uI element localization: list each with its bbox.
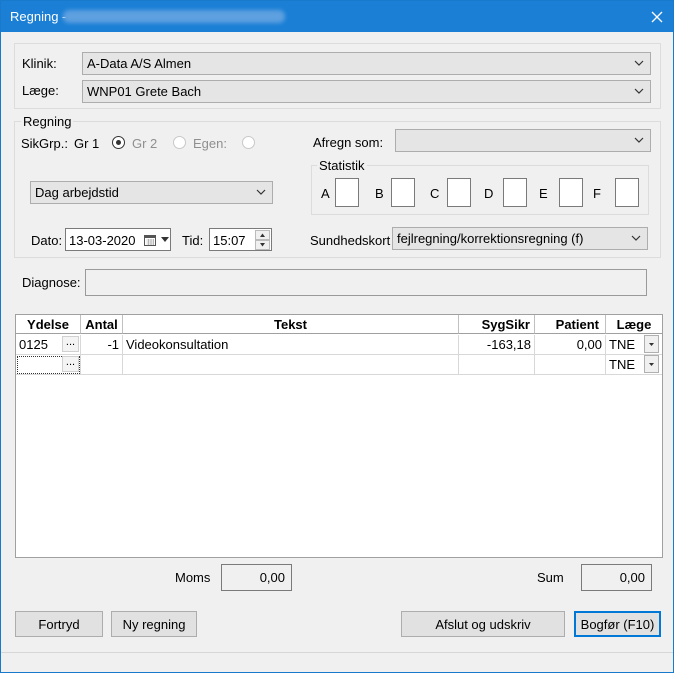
spin-down-icon [260,243,265,247]
spin-up-button[interactable] [255,230,270,240]
afslut-udskriv-button[interactable]: Afslut og udskriv [401,611,565,637]
klinik-select[interactable]: A-Data A/S Almen [82,52,651,75]
title-bar: Regning - [1,1,673,32]
chevron-down-icon [256,189,266,195]
sundhedskort-label: Sundhedskort [310,233,391,248]
chevron-down-icon [634,60,644,66]
laege-value: WNP01 Grete Bach [87,84,202,99]
stat-c-label: C [430,186,440,201]
close-icon [651,11,663,22]
stat-a-label: A [321,186,330,201]
ny-regning-button[interactable]: Ny regning [111,611,197,637]
grid-header-tekst[interactable]: Tekst [123,315,459,334]
sundhedskort-select[interactable]: fejlregning/korrektionsregning (f) [392,227,648,250]
diagnose-input[interactable] [85,269,647,296]
grid-cell-patient[interactable]: 0,00 [535,335,606,355]
spin-down-button[interactable] [255,240,270,250]
grid-cell-sygsikr[interactable]: -163,18 [459,335,535,355]
sikgrp-label: SikGrp.: [21,136,68,151]
laege-dropdown-button[interactable] [644,335,659,353]
window-title: Regning - [10,9,67,24]
stat-b-label: B [375,186,384,201]
sum-label: Sum [537,570,564,585]
ydelse-lookup-button[interactable]: ... [62,336,79,352]
stat-d-label: D [484,186,494,201]
statistik-group-title: Statistik [317,158,367,173]
stat-a-input[interactable] [335,178,359,207]
laege-select[interactable]: WNP01 Grete Bach [82,80,651,103]
tid-spinner[interactable]: 15:07 [209,228,272,251]
stat-e-label: E [539,186,548,201]
grid-header-sygsikr[interactable]: SygSikr [459,315,535,334]
grid-cell-tekst[interactable] [123,355,459,375]
grid-header-laege[interactable]: Læge [606,315,662,334]
egen-radio-left[interactable] [173,136,186,149]
grid-cell-ydelse[interactable]: ... [16,355,81,375]
grid-header-ydelse[interactable]: Ydelse [16,315,81,334]
laege-code: TNE [609,357,635,372]
grid-cell-laege[interactable]: TNE [606,355,662,375]
grid-header-antal[interactable]: Antal [81,315,123,334]
tid-label: Tid: [182,233,204,248]
laege-code: TNE [609,337,635,352]
regning-group-title: Regning [21,114,74,129]
chevron-down-icon [634,137,644,143]
ydelse-lookup-button[interactable]: ... [62,356,79,372]
moms-value: 0,00 [221,564,292,591]
dato-value: 13-03-2020 [69,233,136,248]
laege-label: Læge: [22,83,59,98]
egen-radio-right[interactable] [242,136,255,149]
calendar-icon[interactable] [144,234,157,246]
chevron-down-icon[interactable] [161,237,169,242]
gr2-radio[interactable] [112,136,125,149]
klinik-label: Klinik: [22,56,57,71]
laege-dropdown-button[interactable] [644,355,659,373]
afregn-select[interactable] [395,129,651,152]
gr1-label: Gr 1 [74,136,100,151]
bogfor-button[interactable]: Bogfør (F10) [574,611,661,637]
redacted-title-text [63,10,285,23]
sum-value: 0,00 [581,564,652,591]
grid-cell-sygsikr[interactable] [459,355,535,375]
tid-value: 15:07 [213,233,246,248]
dato-picker[interactable]: 13-03-2020 [65,228,171,251]
regning-window: Regning - Klinik: A-Data A/S Almen Læge:… [0,0,674,673]
chevron-down-icon [649,363,654,366]
gr2-label: Gr 2 [132,136,158,151]
stat-d-input[interactable] [503,178,527,207]
tidstype-value: Dag arbejdstid [35,185,119,200]
stat-b-input[interactable] [391,178,415,207]
fortryd-button[interactable]: Fortryd [15,611,103,637]
stat-f-label: F [593,186,601,201]
grid-header-patient[interactable]: Patient [535,315,606,334]
chevron-down-icon [634,88,644,94]
status-separator [1,652,673,653]
chevron-down-icon [649,343,654,346]
grid-cell-antal[interactable]: -1 [81,335,123,355]
grid-cell-patient[interactable] [535,355,606,375]
ydelse-value: 0125 [19,337,48,352]
grid-cell-antal[interactable] [81,355,123,375]
dato-label: Dato: [31,233,63,248]
tidstype-select[interactable]: Dag arbejdstid [30,181,273,204]
spin-up-icon [260,233,265,237]
sundhedskort-value: fejlregning/korrektionsregning (f) [397,231,584,246]
ydelser-grid[interactable]: Ydelse Antal Tekst SygSikr Patient Læge … [15,314,663,558]
grid-cell-ydelse[interactable]: 0125 ... [16,335,81,355]
stat-f-input[interactable] [615,178,639,207]
close-button[interactable] [641,1,673,32]
klinik-value: A-Data A/S Almen [87,56,192,71]
stat-e-input[interactable] [559,178,583,207]
stat-c-input[interactable] [447,178,471,207]
egen-label: Egen: [193,136,227,151]
afregn-label: Afregn som: [313,135,384,150]
moms-label: Moms [175,570,211,585]
grid-cell-tekst[interactable]: Videokonsultation [123,335,459,355]
grid-cell-laege[interactable]: TNE [606,335,662,355]
chevron-down-icon [631,235,641,241]
diagnose-label: Diagnose: [22,275,81,290]
